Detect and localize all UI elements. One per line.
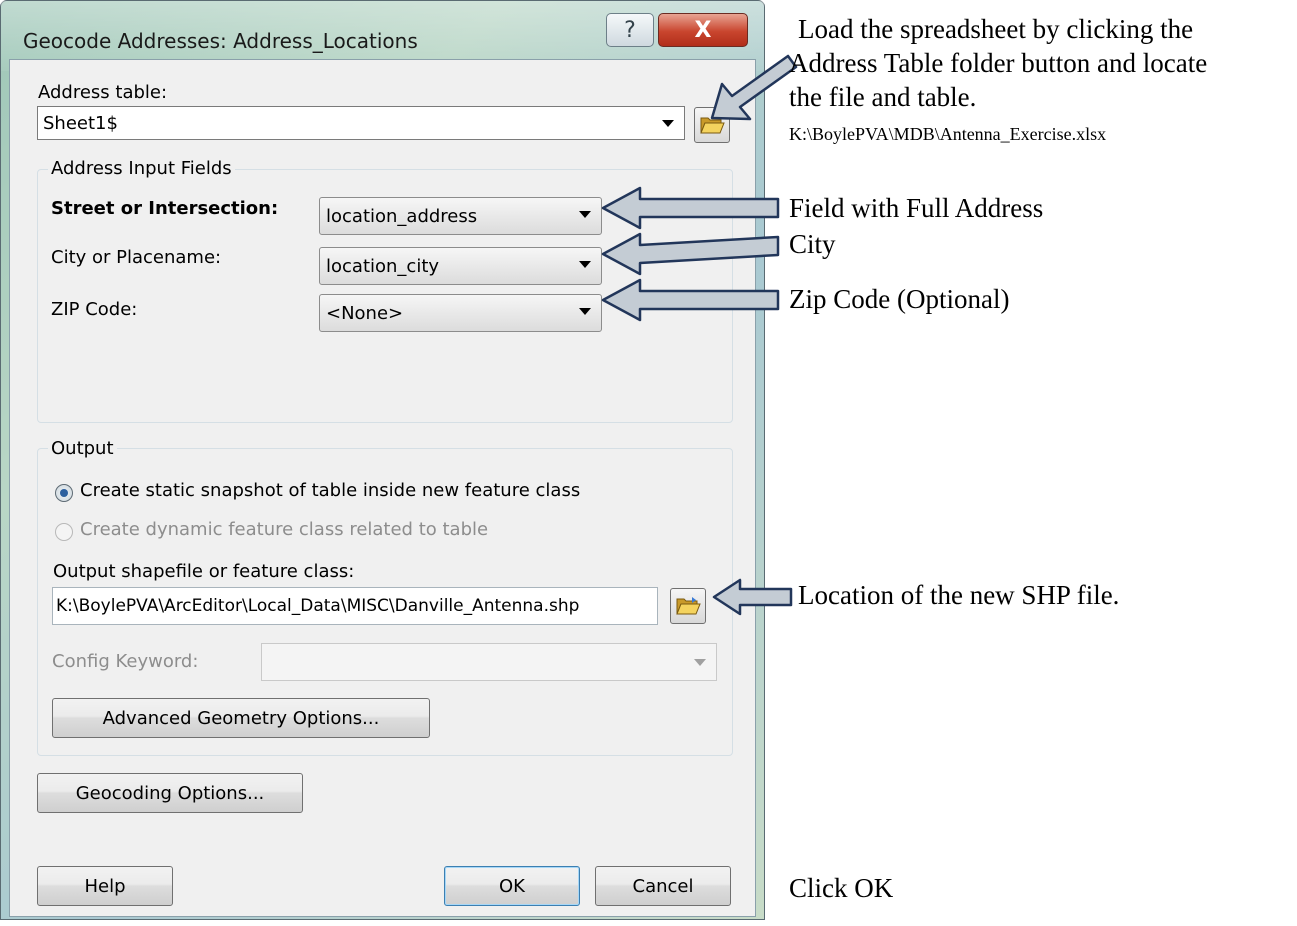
note-load-line3: the file and table.	[789, 82, 977, 112]
note-click-ok: Click OK	[789, 873, 894, 903]
note-load-line1: Load the spreadsheet by clicking the	[798, 14, 1194, 44]
arrow-to-output-folder	[712, 578, 793, 616]
note-zip: Zip Code (Optional)	[789, 284, 1010, 314]
note-load-line2: Address Table folder button and locate	[789, 48, 1208, 78]
note-city: City	[789, 229, 836, 259]
note-load-path: K:\BoylePVA\MDB\Antenna_Exercise.xlsx	[789, 124, 1107, 144]
arrow-to-address-folder	[710, 54, 798, 121]
note-street: Field with Full Address	[789, 193, 1044, 223]
arrow-to-street	[601, 186, 780, 230]
note-shp: Location of the new SHP file.	[798, 580, 1120, 610]
arrow-to-city	[601, 232, 780, 276]
arrow-to-zip	[601, 278, 780, 322]
